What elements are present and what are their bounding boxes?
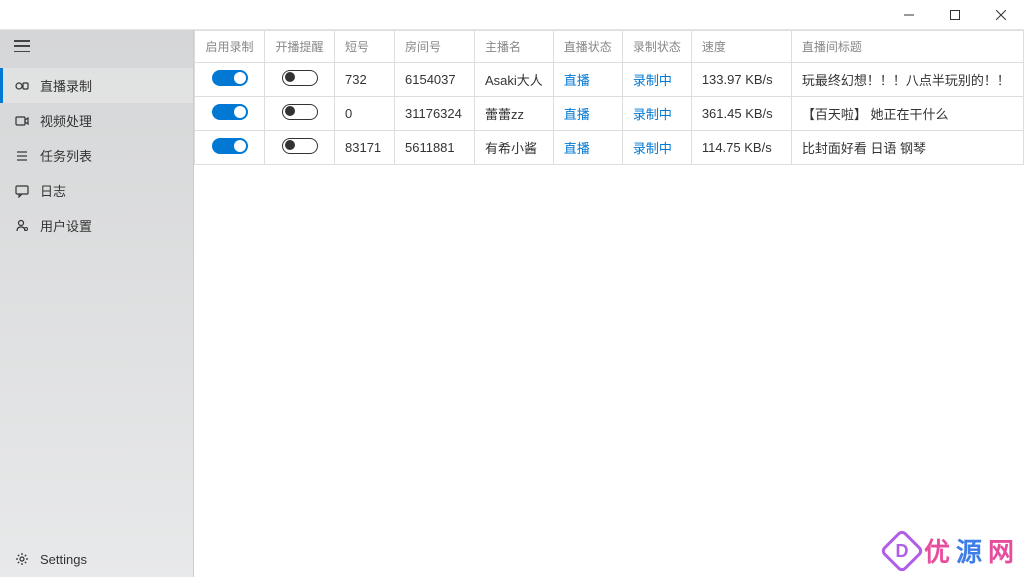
- sidebar-item-label: 视频处理: [40, 111, 92, 130]
- recording-table: 启用录制 开播提醒 短号 房间号 主播名 直播状态 录制状态 速度 直播间标题 …: [194, 30, 1024, 165]
- cell-title: 比封面好看 日语 钢琴: [791, 131, 1023, 165]
- sidebar-item-label: 日志: [40, 181, 66, 200]
- cell-speed: 114.75 KB/s: [691, 131, 791, 165]
- hamburger-button[interactable]: [0, 30, 193, 62]
- cell-rec: 录制中: [622, 131, 691, 165]
- header-name: 主播名: [475, 31, 554, 63]
- cell-live: 直播: [553, 63, 622, 97]
- cell-name: 有希小酱: [475, 131, 554, 165]
- sidebar-item-video[interactable]: 视频处理: [0, 103, 193, 138]
- cell-room: 6154037: [395, 63, 475, 97]
- cell-name: 蕾蕾zz: [475, 97, 554, 131]
- alert-toggle[interactable]: [282, 104, 318, 120]
- maximize-button[interactable]: [932, 0, 978, 30]
- cell-rec: 录制中: [622, 97, 691, 131]
- table-row[interactable]: 031176324蕾蕾zz直播录制中361.45 KB/s【百天啦】 她正在干什…: [195, 97, 1024, 131]
- header-short: 短号: [335, 31, 395, 63]
- header-room: 房间号: [395, 31, 475, 63]
- user-icon: [14, 218, 30, 234]
- sidebar-item-log[interactable]: 日志: [0, 173, 193, 208]
- sidebar-item-tasks[interactable]: 任务列表: [0, 138, 193, 173]
- table-row[interactable]: 831715611881有希小酱直播录制中114.75 KB/s比封面好看 日语…: [195, 131, 1024, 165]
- cell-speed: 133.97 KB/s: [691, 63, 791, 97]
- gear-icon: [14, 551, 30, 567]
- sidebar-settings[interactable]: Settings: [0, 541, 193, 577]
- list-icon: [14, 148, 30, 164]
- header-rec: 录制状态: [622, 31, 691, 63]
- cell-title: 玩最终幻想！！！八点半玩别的！！: [791, 63, 1023, 97]
- sidebar-item-label: 任务列表: [40, 146, 92, 165]
- cell-title: 【百天啦】 她正在干什么: [791, 97, 1023, 131]
- minimize-button[interactable]: [886, 0, 932, 30]
- chat-icon: [14, 183, 30, 199]
- record-icon: [14, 78, 30, 94]
- watermark: D 优源网: [886, 532, 1014, 569]
- enable-toggle[interactable]: [212, 138, 248, 154]
- header-title: 直播间标题: [791, 31, 1023, 63]
- window-titlebar: [0, 0, 1024, 30]
- cell-short: 0: [335, 97, 395, 131]
- cell-live: 直播: [553, 131, 622, 165]
- sidebar-item-user[interactable]: 用户设置: [0, 208, 193, 243]
- close-button[interactable]: [978, 0, 1024, 30]
- header-live: 直播状态: [553, 31, 622, 63]
- alert-toggle[interactable]: [282, 70, 318, 86]
- header-enable: 启用录制: [195, 31, 265, 63]
- cell-rec: 录制中: [622, 63, 691, 97]
- header-speed: 速度: [691, 31, 791, 63]
- alert-toggle[interactable]: [282, 138, 318, 154]
- nav-menu: 直播录制 视频处理 任务列表 日志 用户设置: [0, 62, 193, 541]
- settings-label: Settings: [40, 552, 87, 567]
- main-content: 启用录制 开播提醒 短号 房间号 主播名 直播状态 录制状态 速度 直播间标题 …: [194, 30, 1024, 577]
- sidebar-item-record[interactable]: 直播录制: [0, 68, 193, 103]
- enable-toggle[interactable]: [212, 70, 248, 86]
- cell-room: 5611881: [395, 131, 475, 165]
- video-icon: [14, 113, 30, 129]
- cell-live: 直播: [553, 97, 622, 131]
- sidebar: 直播录制 视频处理 任务列表 日志 用户设置 Settings: [0, 30, 194, 577]
- cell-room: 31176324: [395, 97, 475, 131]
- table-row[interactable]: 7326154037Asaki大人直播录制中133.97 KB/s玩最终幻想！！…: [195, 63, 1024, 97]
- cell-speed: 361.45 KB/s: [691, 97, 791, 131]
- enable-toggle[interactable]: [212, 104, 248, 120]
- sidebar-item-label: 用户设置: [40, 216, 92, 235]
- cell-short: 732: [335, 63, 395, 97]
- header-alert: 开播提醒: [265, 31, 335, 63]
- cell-name: Asaki大人: [475, 63, 554, 97]
- sidebar-item-label: 直播录制: [40, 76, 92, 95]
- cell-short: 83171: [335, 131, 395, 165]
